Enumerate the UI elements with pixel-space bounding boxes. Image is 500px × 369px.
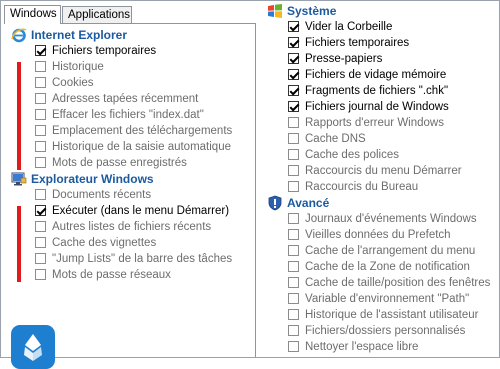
option-label: Emplacement des téléchargements (52, 125, 233, 137)
highlight-bar-top (17, 62, 21, 170)
checkbox[interactable] (35, 221, 46, 232)
panel-divider (255, 23, 256, 357)
option-label: Autres listes de fichiers récents (52, 221, 212, 233)
option-label: Fragments de fichiers ".chk" (305, 85, 449, 97)
option-label: "Jump Lists" de la barre des tâches (52, 253, 233, 265)
checkbox[interactable] (35, 45, 46, 56)
option-label: Fichiers temporaires (305, 37, 410, 49)
checkbox[interactable] (35, 157, 46, 168)
checkbox[interactable] (288, 149, 299, 160)
highlight-bar-bottom (17, 206, 21, 282)
option-label: Historique de la saisie automatique (52, 141, 231, 153)
checkbox[interactable] (35, 189, 46, 200)
option-label: Fichiers de vidage mémoire (305, 69, 447, 81)
checkbox[interactable] (288, 229, 299, 240)
checkbox[interactable] (288, 101, 299, 112)
checkbox[interactable] (35, 253, 46, 264)
option-label: Nettoyer l'espace libre (305, 341, 419, 353)
checkbox[interactable] (288, 325, 299, 336)
option-label: Raccourcis du menu Démarrer (305, 165, 462, 177)
tab-windows[interactable]: Windows (4, 5, 61, 24)
checkbox[interactable] (35, 109, 46, 120)
option-label: Rapports d'erreur Windows (305, 117, 444, 129)
option-label: Cache DNS (305, 133, 366, 145)
checkbox[interactable] (288, 293, 299, 304)
checkbox[interactable] (35, 205, 46, 216)
option-label: Documents récents (52, 189, 152, 201)
section-title-system: Système (287, 4, 337, 18)
option-label: Fichiers temporaires (52, 45, 157, 57)
checkbox[interactable] (35, 61, 46, 72)
option-label: Fichiers/dossiers personnalisés (305, 325, 466, 337)
option-label: Exécuter (dans le menu Démarrer) (52, 205, 230, 217)
option-label: Cache des polices (305, 149, 399, 161)
watermark-logo (11, 325, 55, 369)
shield-icon (268, 195, 282, 211)
tab-applications[interactable]: Applications (62, 6, 132, 23)
checkbox[interactable] (35, 77, 46, 88)
option-label: Presse-papiers (305, 53, 383, 65)
checkbox[interactable] (288, 85, 299, 96)
checkbox[interactable] (288, 69, 299, 80)
option-label: Adresses tapées récemment (52, 93, 199, 105)
windows-logo-icon (268, 4, 282, 18)
checkbox[interactable] (288, 133, 299, 144)
checkbox[interactable] (288, 261, 299, 272)
checkbox[interactable] (288, 181, 299, 192)
option-label: Vieilles données du Prefetch (305, 229, 451, 241)
left-panel: Internet Explorer Fichiers temporaires H… (5, 24, 255, 369)
option-label: Raccourcis du Bureau (305, 181, 419, 193)
checkbox[interactable] (35, 237, 46, 248)
section-title-internet-explorer: Internet Explorer (31, 28, 128, 42)
checkbox[interactable] (288, 37, 299, 48)
checkbox[interactable] (288, 53, 299, 64)
internet-explorer-icon (11, 28, 27, 43)
option-label: Historique (52, 61, 104, 73)
checkbox[interactable] (288, 165, 299, 176)
option-label: Cache des vignettes (52, 237, 157, 249)
option-label: Cache de taille/position des fenêtres (305, 277, 491, 289)
checkbox[interactable] (35, 141, 46, 152)
checkbox[interactable] (288, 213, 299, 224)
option-label: Variable d'environnement "Path" (305, 293, 470, 305)
option-label: Mots de passe réseaux (52, 269, 171, 281)
option-label: Cookies (52, 77, 94, 89)
checkbox[interactable] (288, 309, 299, 320)
windows-explorer-icon (11, 172, 27, 186)
option-label: Effacer les fichiers "index.dat" (52, 109, 204, 121)
option-label: Journaux d'événements Windows (305, 213, 477, 225)
option-label: Cache de la Zone de notification (305, 261, 470, 273)
option-label: Historique de l'assistant utilisateur (305, 309, 479, 321)
checkbox[interactable] (35, 93, 46, 104)
cleaner-window: Windows Applications Internet Explorer F… (0, 0, 500, 369)
option-label: Fichiers journal de Windows (305, 101, 449, 113)
section-title-advanced: Avancé (287, 196, 330, 210)
checkbox[interactable] (35, 269, 46, 280)
checkbox[interactable] (288, 245, 299, 256)
option-label: Vider la Corbeille (305, 21, 393, 33)
option-label: Mots de passe enregistrés (52, 157, 187, 169)
checkbox[interactable] (35, 125, 46, 136)
checkbox[interactable] (288, 277, 299, 288)
option-label: Cache de l'arrangement du menu (305, 245, 476, 257)
section-title-windows-explorer: Explorateur Windows (31, 172, 154, 186)
right-panel: Système Vider la Corbeille Fichiers temp… (257, 1, 499, 357)
checkbox[interactable] (288, 117, 299, 128)
checkbox[interactable] (288, 21, 299, 32)
checkbox[interactable] (288, 341, 299, 352)
